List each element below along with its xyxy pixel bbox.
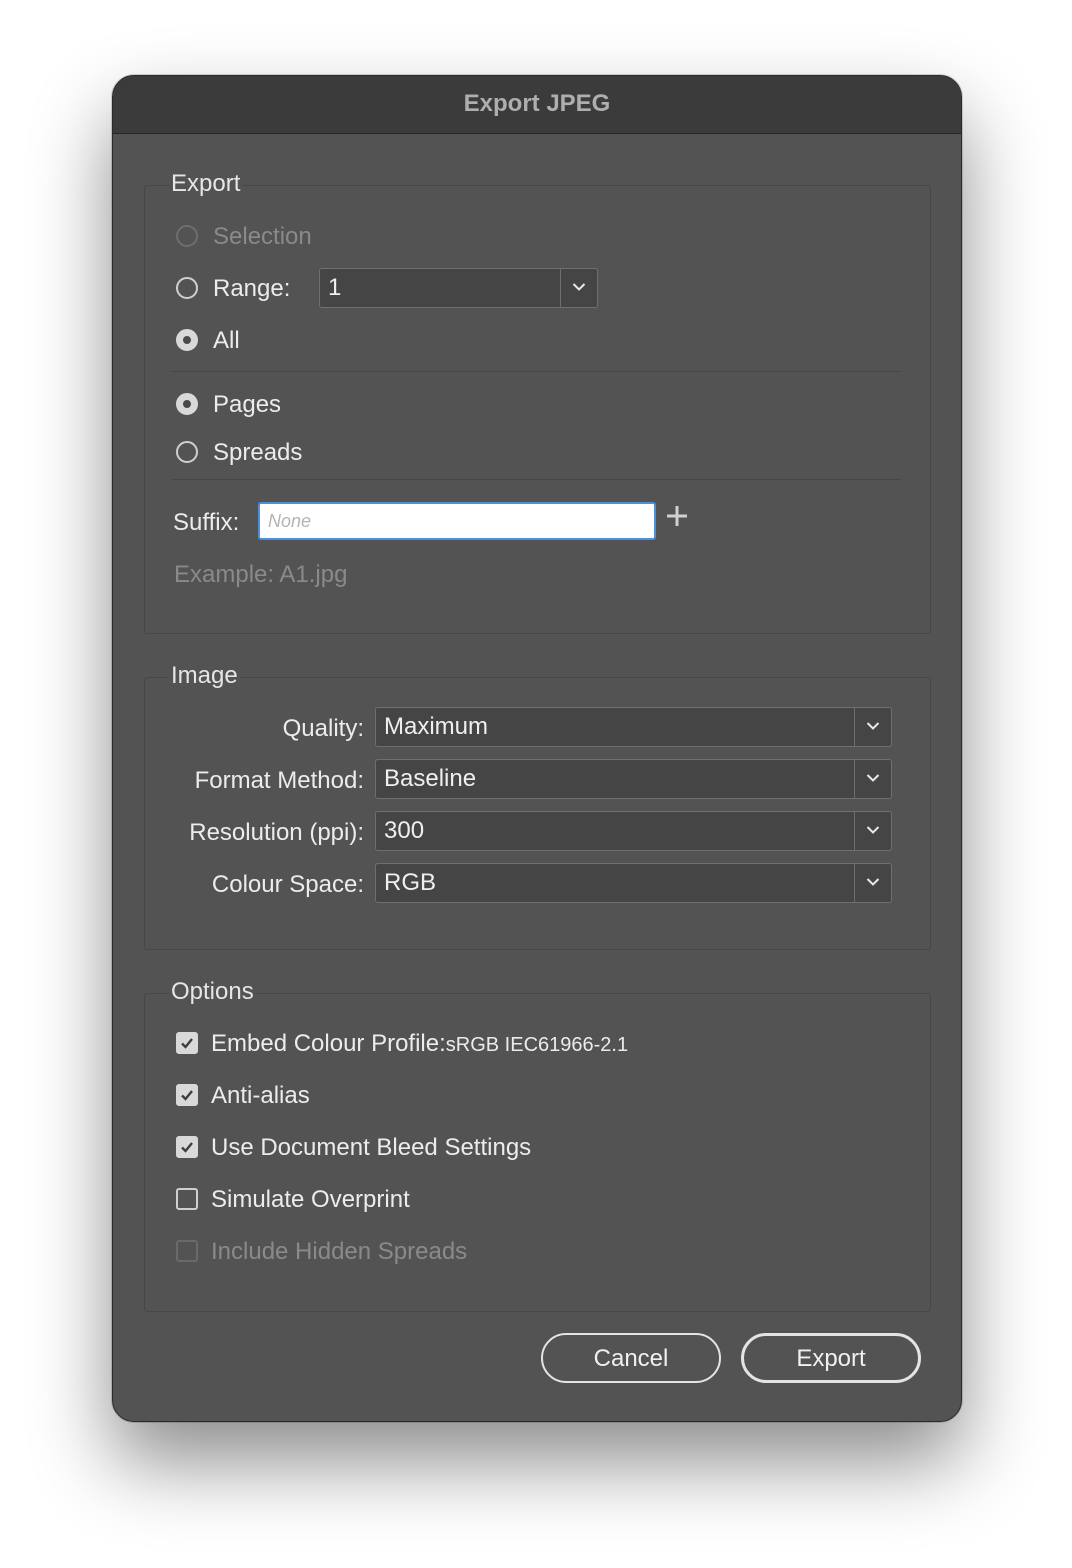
quality-value: Maximum <box>384 713 489 740</box>
quality-dropdown-button[interactable] <box>854 708 891 746</box>
checkmark-icon <box>181 1142 193 1153</box>
chevron-down-icon <box>866 826 880 834</box>
export-button[interactable]: Export <box>741 1333 921 1383</box>
image-group-title: Image <box>169 662 240 690</box>
embed-profile-checkbox[interactable] <box>176 1032 198 1054</box>
range-combo[interactable]: 1 <box>319 268 598 308</box>
all-radio[interactable] <box>176 329 198 351</box>
export-jpeg-dialog: Export JPEG Export Selection Range: 1 Al… <box>112 75 962 1422</box>
format-method-label: Format Method: <box>194 767 364 794</box>
chevron-down-icon <box>866 774 880 782</box>
resolution-dropdown-button[interactable] <box>854 812 891 850</box>
suffix-input[interactable] <box>260 504 654 538</box>
example-text: Example: A1.jpg <box>174 561 348 588</box>
anti-alias-label[interactable]: Anti-alias <box>211 1082 310 1110</box>
colour-space-value: RGB <box>384 869 437 896</box>
embed-profile-label[interactable]: Embed Colour Profile:sRGB IEC61966-2.1 <box>211 1030 628 1058</box>
export-divider-1 <box>172 371 901 372</box>
bleed-settings-checkbox[interactable] <box>176 1136 198 1158</box>
pages-label[interactable]: Pages <box>213 391 281 419</box>
colour-space-dropdown-button[interactable] <box>854 864 891 902</box>
chevron-down-icon <box>572 283 586 291</box>
embed-profile-value: sRGB IEC61966-2.1 <box>445 1034 629 1056</box>
plus-icon[interactable] <box>665 504 689 528</box>
selection-label: Selection <box>213 223 312 250</box>
format-method-value: Baseline <box>384 765 477 792</box>
export-divider-2 <box>172 479 901 480</box>
hidden-spreads-label: Include Hidden Spreads <box>211 1238 468 1265</box>
hidden-spreads-checkbox <box>176 1240 198 1262</box>
range-label[interactable]: Range: <box>213 275 290 303</box>
quality-select[interactable]: Maximum <box>375 707 892 747</box>
simulate-overprint-checkbox[interactable] <box>176 1188 198 1210</box>
cancel-button[interactable]: Cancel <box>541 1333 721 1383</box>
format-method-select[interactable]: Baseline <box>375 759 892 799</box>
export-group-title: Export <box>169 170 243 198</box>
bleed-settings-label[interactable]: Use Document Bleed Settings <box>211 1134 531 1162</box>
anti-alias-checkbox[interactable] <box>176 1084 198 1106</box>
pages-radio[interactable] <box>176 393 198 415</box>
suffix-label: Suffix: <box>173 509 240 536</box>
chevron-down-icon <box>866 722 880 730</box>
spreads-label[interactable]: Spreads <box>213 439 302 467</box>
range-value: 1 <box>328 274 342 301</box>
format-method-dropdown-button[interactable] <box>854 760 891 798</box>
checkmark-icon <box>181 1038 193 1049</box>
chevron-down-icon <box>866 878 880 886</box>
suffix-field[interactable] <box>258 502 656 540</box>
colour-space-select[interactable]: RGB <box>375 863 892 903</box>
resolution-combo[interactable]: 300 <box>375 811 892 851</box>
resolution-value: 300 <box>384 817 425 844</box>
quality-label: Quality: <box>282 715 364 742</box>
checkmark-icon <box>181 1090 193 1101</box>
range-dropdown-button[interactable] <box>560 269 597 307</box>
options-group-title: Options <box>169 978 256 1006</box>
simulate-overprint-label[interactable]: Simulate Overprint <box>211 1186 410 1214</box>
dialog-title: Export JPEG <box>113 76 961 134</box>
selection-radio <box>176 225 198 247</box>
resolution-label: Resolution (ppi): <box>189 819 364 846</box>
embed-profile-label-text: Embed Colour Profile: <box>211 1030 446 1057</box>
spreads-radio[interactable] <box>176 441 198 463</box>
colour-space-label: Colour Space: <box>211 871 364 898</box>
all-label[interactable]: All <box>213 327 240 355</box>
range-radio[interactable] <box>176 277 198 299</box>
